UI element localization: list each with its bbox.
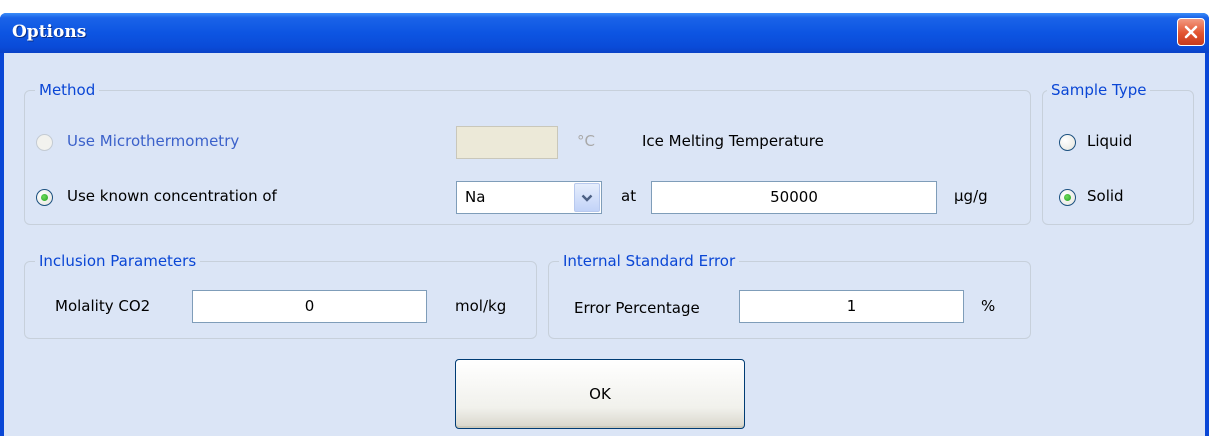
liquid-label: Liquid: [1087, 132, 1133, 150]
sample-type-legend: Sample Type: [1047, 79, 1151, 101]
internal-standard-error-group: Internal Standard Error Error Percentage…: [548, 250, 1031, 339]
molality-co2-input[interactable]: 0: [192, 290, 427, 323]
concentration-unit: µg/g: [954, 187, 988, 205]
molality-unit: mol/kg: [455, 297, 507, 315]
known-concentration-radio[interactable]: [36, 189, 53, 206]
ice-melting-temperature-input[interactable]: [456, 126, 558, 159]
known-concentration-label: Use known concentration of: [67, 187, 277, 205]
solid-label: Solid: [1087, 187, 1124, 205]
microthermometry-label: Use Microthermometry: [67, 132, 240, 150]
radio-selected-dot: [41, 194, 48, 201]
title-bar[interactable]: Options: [0, 13, 1209, 53]
radio-selected-dot: [1064, 194, 1071, 201]
element-select[interactable]: Na: [456, 181, 602, 214]
percent-unit: %: [981, 297, 996, 315]
dropdown-arrow-button[interactable]: [574, 183, 600, 212]
sample-type-group: Sample Type Liquid Solid: [1042, 79, 1194, 225]
ice-melting-temperature-label: Ice Melting Temperature: [642, 132, 824, 150]
close-icon: [1184, 25, 1198, 39]
solid-radio[interactable]: [1059, 189, 1076, 206]
concentration-input[interactable]: 50000: [651, 181, 937, 214]
inclusion-parameters-group: Inclusion Parameters Molality CO2 0 mol/…: [24, 250, 537, 339]
microthermometry-radio[interactable]: [36, 134, 53, 151]
close-button[interactable]: [1177, 18, 1205, 46]
at-label: at: [621, 187, 637, 205]
chevron-down-icon: [581, 194, 593, 202]
error-percentage-input[interactable]: 1: [739, 290, 964, 323]
inclusion-parameters-legend: Inclusion Parameters: [35, 250, 201, 272]
molality-co2-label: Molality CO2: [55, 297, 151, 315]
error-percentage-label: Error Percentage: [574, 299, 700, 317]
internal-standard-error-legend: Internal Standard Error: [559, 250, 740, 272]
liquid-radio[interactable]: [1059, 134, 1076, 151]
dialog-body: Method Use Microthermometry °C Ice Melti…: [4, 53, 1205, 436]
method-legend: Method: [35, 79, 100, 101]
options-dialog: Options Method Use Microthermometry °C I…: [0, 13, 1209, 436]
temperature-unit: °C: [577, 132, 595, 150]
ok-button-label: OK: [589, 385, 611, 403]
dialog-title: Options: [12, 22, 87, 42]
element-select-value: Na: [465, 188, 486, 206]
ok-button[interactable]: OK: [455, 359, 745, 429]
method-group: Method Use Microthermometry °C Ice Melti…: [24, 79, 1031, 225]
